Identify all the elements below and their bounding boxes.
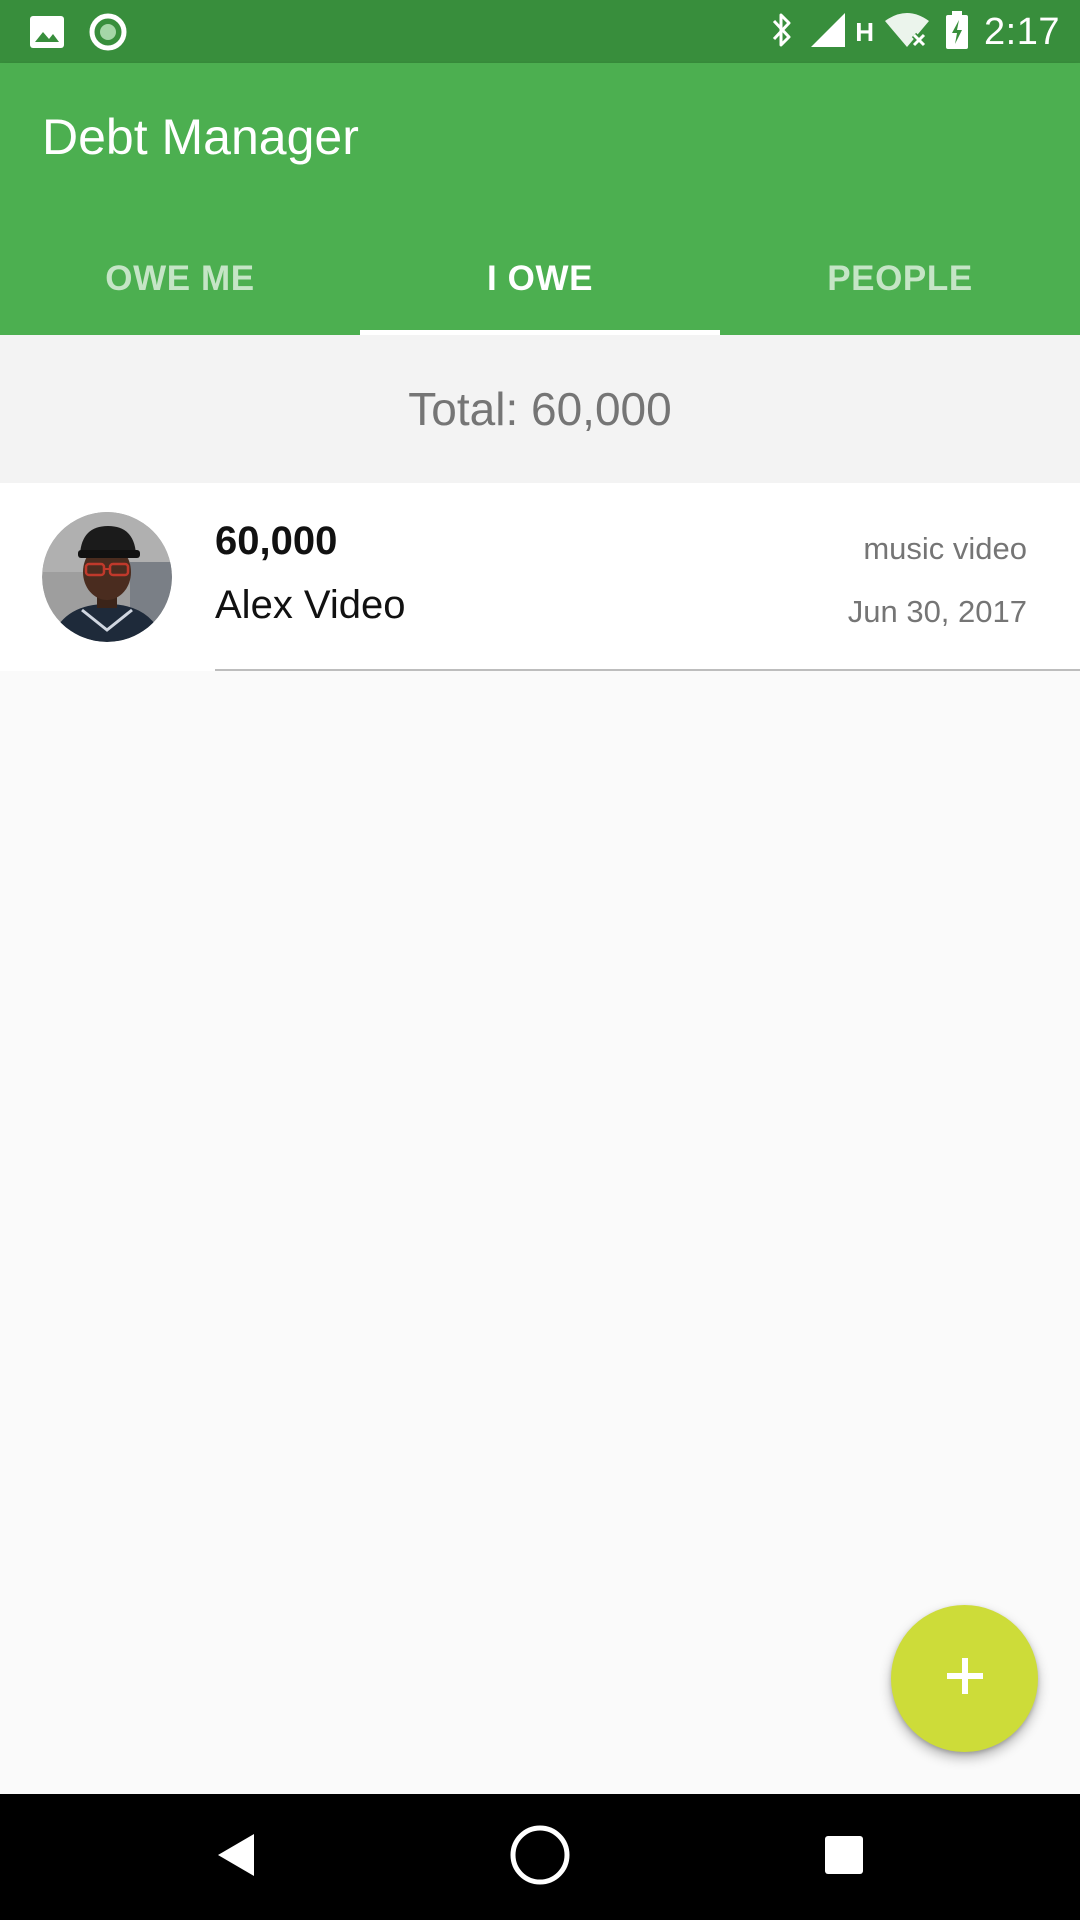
home-icon xyxy=(509,1824,571,1891)
recents-icon xyxy=(823,1834,865,1881)
avatar xyxy=(42,512,172,642)
debt-amount: 60,000 xyxy=(215,519,338,563)
back-icon xyxy=(214,1831,258,1884)
tab-owe-me[interactable]: OWE ME xyxy=(0,223,360,335)
recents-button[interactable] xyxy=(784,1794,904,1920)
status-time: 2:17 xyxy=(984,10,1060,53)
list-divider xyxy=(215,669,1080,671)
status-right-icons: H 2:17 xyxy=(769,8,1060,56)
total-label: Total: 60,000 xyxy=(408,383,672,435)
sync-circle-icon xyxy=(88,12,128,57)
debt-person-name: Alex Video xyxy=(215,583,406,627)
tab-bar: OWE ME I OWE PEOPLE xyxy=(0,223,1080,335)
tab-i-owe[interactable]: I OWE xyxy=(360,223,720,335)
network-type-label: H xyxy=(855,16,875,47)
debt-date: Jun 30, 2017 xyxy=(847,594,1027,629)
total-header: Total: 60,000 xyxy=(0,335,1080,483)
add-debt-button[interactable] xyxy=(891,1605,1038,1752)
debt-description: music video xyxy=(863,531,1027,566)
back-button[interactable] xyxy=(176,1794,296,1920)
status-left-icons xyxy=(28,12,128,57)
screen: H 2:17 Debt Manager OWE ME I OWE PEOPLE … xyxy=(0,0,1080,1920)
home-button[interactable] xyxy=(480,1794,600,1920)
status-bar: H 2:17 xyxy=(0,0,1080,63)
bluetooth-icon xyxy=(769,10,795,55)
tab-people[interactable]: PEOPLE xyxy=(720,223,1080,335)
debt-list-item[interactable]: 60,000 Alex Video music video Jun 30, 20… xyxy=(0,483,1080,671)
image-icon xyxy=(28,13,66,56)
app-bar: Debt Manager OWE ME I OWE PEOPLE xyxy=(0,63,1080,335)
wifi-off-icon xyxy=(884,11,930,54)
cell-signal-icon xyxy=(809,11,847,54)
battery-charging-icon xyxy=(944,10,970,55)
plus-icon xyxy=(943,1654,987,1703)
app-title: Debt Manager xyxy=(42,109,359,165)
nav-bar xyxy=(0,1794,1080,1920)
